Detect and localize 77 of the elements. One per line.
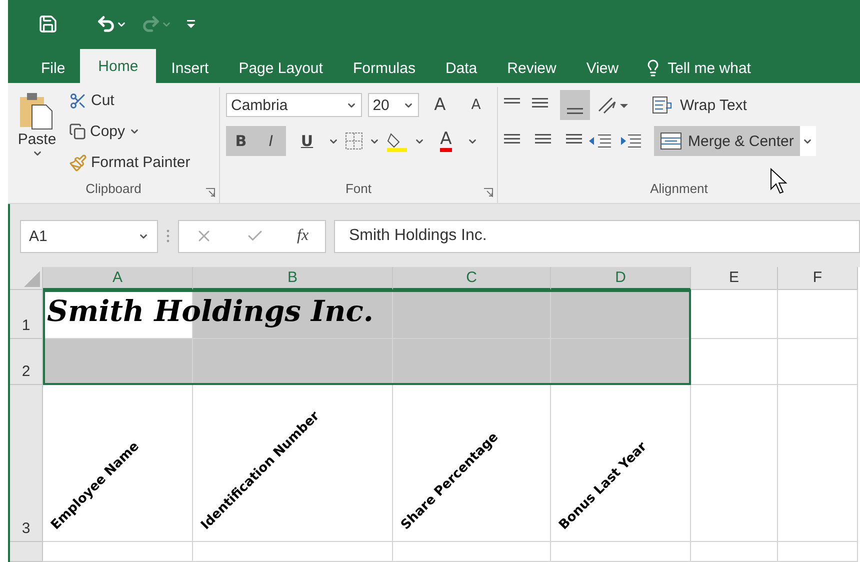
tell-me-search[interactable]: Tell me what [668,60,751,77]
spreadsheet-cell[interactable] [691,290,778,339]
borders-icon[interactable] [345,132,363,150]
name-box[interactable]: A1 [20,220,158,253]
ribbon-tab[interactable]: Page Layout [224,53,338,84]
copy-button[interactable]: Copy [66,118,194,146]
spreadsheet-cell[interactable] [393,338,551,385]
merge-options-button[interactable] [800,126,816,156]
row-header[interactable]: 3 [10,384,43,542]
undo-icon[interactable] [96,14,116,34]
column-header[interactable]: A [43,266,193,290]
column-header[interactable]: B [193,266,393,290]
spreadsheet-cell[interactable] [778,542,858,562]
font-color-button[interactable]: A [431,126,461,156]
dialog-launcher-icon[interactable] [206,188,215,198]
increase-font-size-button[interactable]: A [425,90,455,120]
spreadsheet-cell[interactable] [778,290,858,339]
ribbon-tab[interactable]: Formulas [338,53,430,84]
increase-indent-icon[interactable] [618,133,642,150]
column-header[interactable]: C [393,266,551,290]
decrease-indent-icon[interactable] [588,133,612,150]
ribbon-tab[interactable]: Insert [156,53,224,84]
group-label: Font [344,181,372,198]
bold-button[interactable]: B [226,126,256,156]
wrap-text-icon [652,96,674,114]
dialog-launcher-icon[interactable] [484,188,493,198]
font-name-field[interactable]: Cambria [226,93,362,118]
font-size-field[interactable]: 20 [368,93,419,118]
paste-button[interactable]: Paste [14,87,60,182]
decrease-font-size-button[interactable]: A [461,90,491,120]
spreadsheet-cell[interactable] [43,338,193,385]
formula-field[interactable]: Smith Holdings Inc. [334,220,860,253]
wrap-text-button[interactable]: Wrap Text [646,90,753,120]
orientation-icon[interactable] [596,95,630,116]
spreadsheet-cell[interactable] [393,542,551,562]
column-header[interactable]: D [551,266,691,290]
ribbon-tab[interactable]: Data [430,53,492,84]
italic-button[interactable]: I [256,126,286,156]
format-painter-button[interactable]: Format Painter [66,149,194,176]
cut-button[interactable]: Cut [66,87,194,114]
bottom-align-icon [567,108,583,114]
spreadsheet-cell[interactable] [778,384,858,542]
spreadsheet-cell[interactable] [551,542,691,562]
corner-triangle-icon [24,270,40,287]
spreadsheet-cell[interactable] [193,542,393,562]
scissors-icon [69,92,87,110]
drag-handle-icon[interactable] [166,229,170,244]
spreadsheet-cell[interactable] [778,338,858,385]
row-header[interactable]: 2 [10,338,43,385]
copy-icon [69,123,86,140]
save-icon[interactable] [38,14,58,34]
spreadsheet-cell[interactable] [691,542,778,562]
underline-button[interactable]: U [292,126,322,156]
ribbon-tab[interactable]: File [26,53,80,84]
spreadsheet-cell[interactable] [551,338,691,385]
merge-cells-icon [660,132,682,150]
group-label: Clipboard [84,181,142,198]
merge-center-button[interactable]: Merge & Center [654,126,800,156]
spreadsheet-cell[interactable] [193,338,393,385]
column-header[interactable]: F [778,266,858,290]
row-header[interactable]: 1 [10,290,43,339]
bottom-align-button[interactable] [560,90,590,120]
spreadsheet-cell[interactable] [393,290,551,339]
insert-function-button[interactable]: fx [297,227,309,246]
spreadsheet-cell[interactable] [691,384,778,542]
spreadsheet-cell[interactable]: Smith Holdings Inc. [43,290,393,339]
spreadsheet-cell[interactable] [691,338,778,385]
ribbon-tab[interactable]: Home [80,49,156,84]
paintbrush-icon [69,154,87,172]
customize-toolbar-icon[interactable] [186,19,196,30]
mouse-pointer-icon [770,168,788,194]
spreadsheet-cell[interactable] [551,290,691,339]
column-header[interactable]: E [691,266,778,290]
spreadsheet-cell[interactable] [43,542,193,562]
ribbon-tab[interactable]: View [571,53,634,84]
group-label: Alignment [649,181,709,198]
ribbon-tab[interactable]: Review [492,53,572,84]
